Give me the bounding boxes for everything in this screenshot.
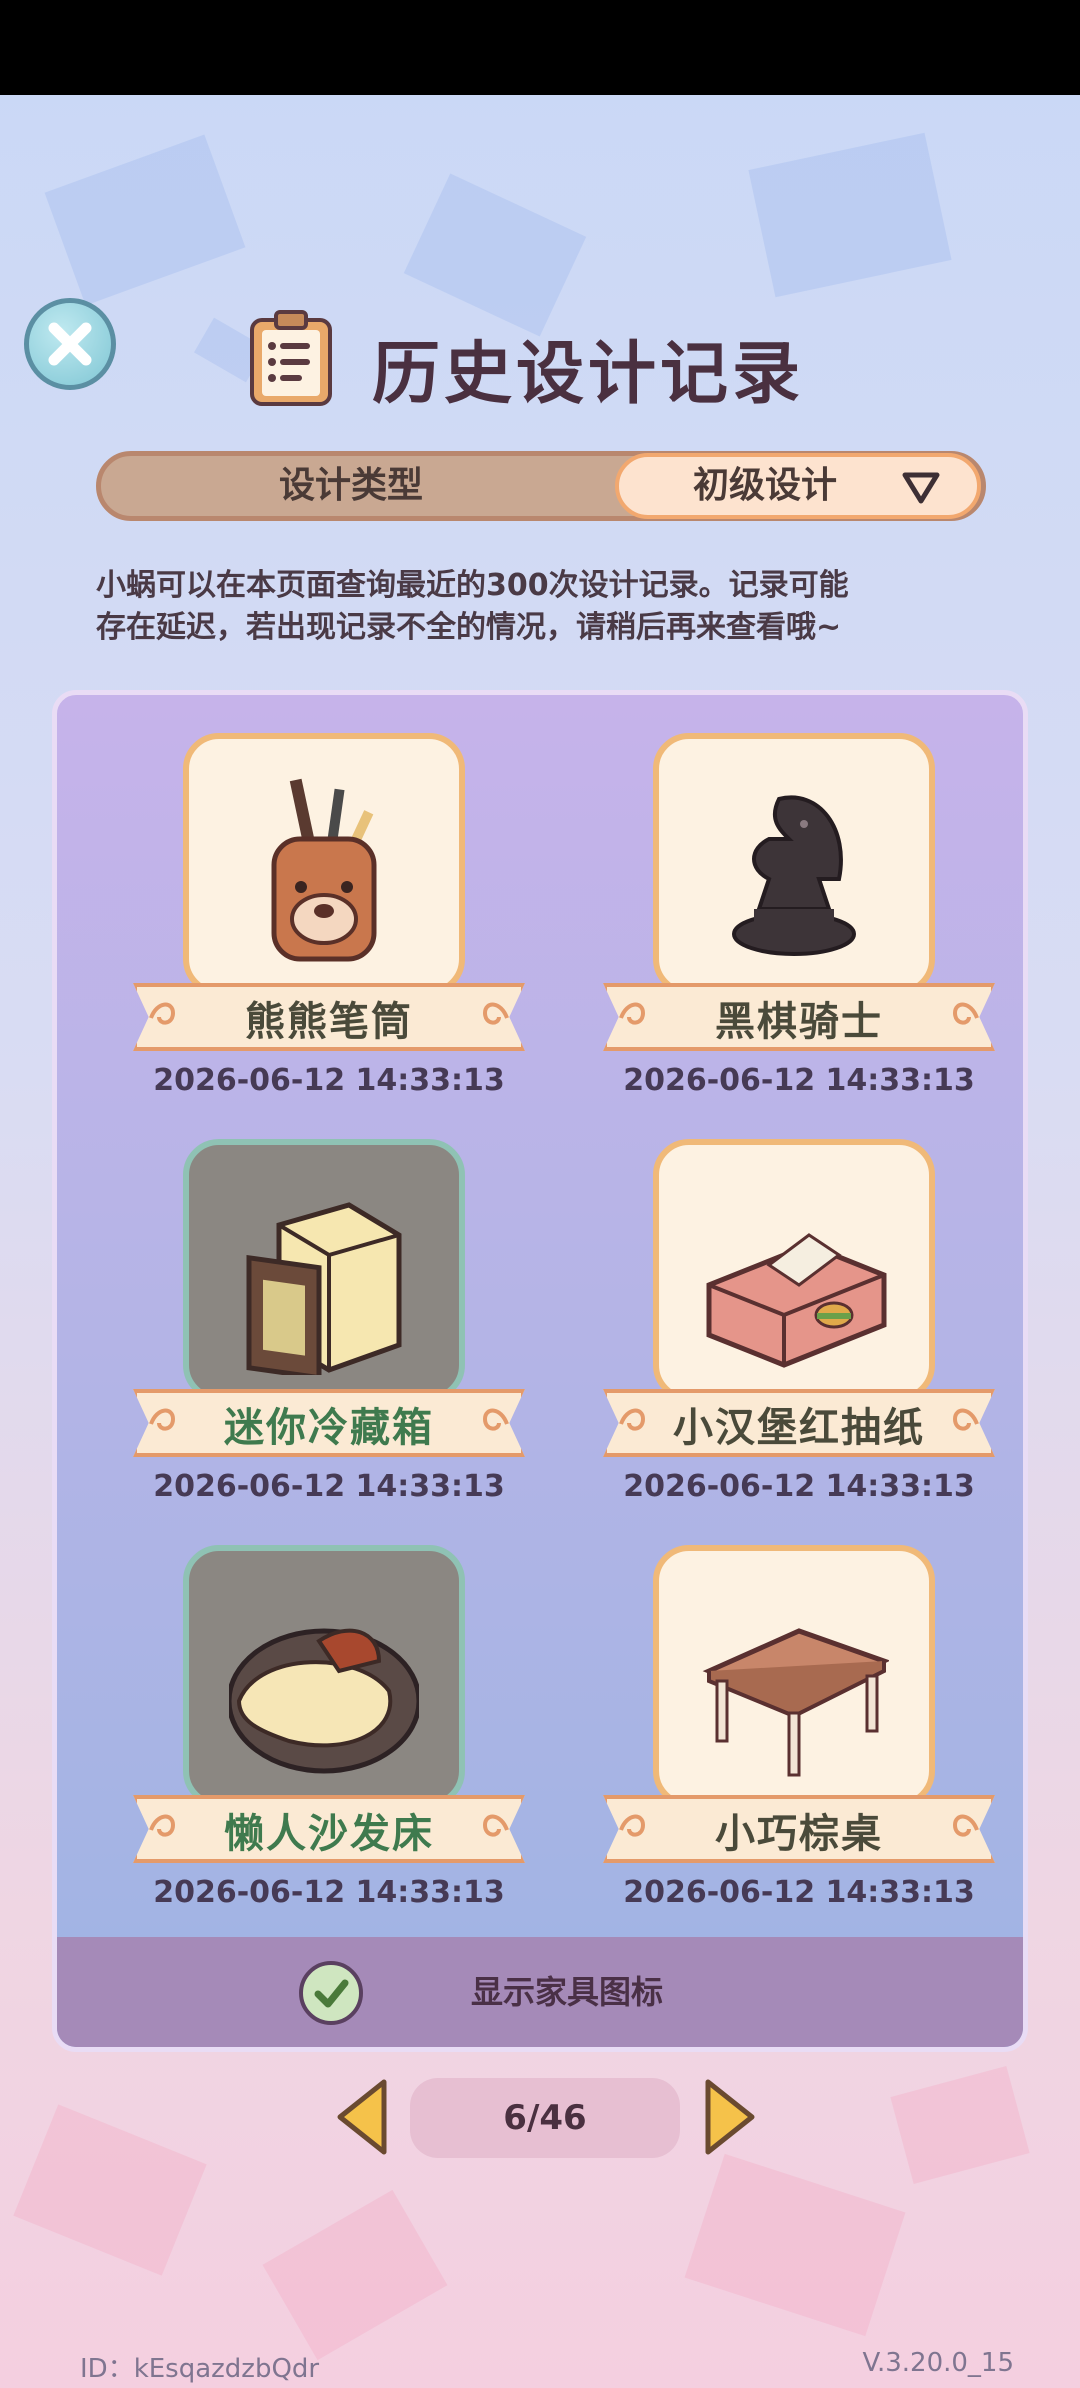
item-name: 懒人沙发床	[224, 1811, 434, 1857]
notice-line-1: 小蜗可以在本页面查询最近的300次设计记录。记录可能	[96, 568, 849, 603]
show-icon-toggle-bar: 显示家具图标	[57, 1937, 1023, 2047]
chess-knight-icon	[732, 795, 856, 956]
background-shape	[748, 132, 952, 298]
item-date: 2026-06-12 14:33:13	[623, 1875, 975, 1910]
page-title: 历史设计记录	[372, 335, 805, 414]
background-shape	[684, 2153, 906, 2337]
notice-text: 小蜗可以在本页面查询最近的300次设计记录。记录可能 存在延迟，若出现记录不全的…	[96, 565, 996, 649]
item-name: 小汉堡红抽纸	[673, 1405, 925, 1451]
background-shape	[262, 2189, 448, 2361]
item-name: 熊熊笔筒	[245, 999, 413, 1045]
background-shape	[13, 2104, 207, 2276]
item-card	[653, 733, 935, 995]
record-item[interactable]: 小汉堡红抽纸 2026-06-12 14:33:13	[603, 1139, 995, 1504]
design-type-dropdown[interactable]: 初级设计	[615, 453, 981, 519]
record-item[interactable]: 黑棋骑士 2026-06-12 14:33:13	[603, 733, 995, 1098]
item-name: 迷你冷藏箱	[224, 1405, 434, 1451]
checkmark-icon	[314, 1979, 349, 2008]
bear-pencil-holder-icon	[271, 778, 377, 962]
record-item[interactable]: 懒人沙发床 2026-06-12 14:33:13	[133, 1545, 525, 1910]
background-shape	[44, 134, 246, 306]
clipboard-icon	[250, 310, 332, 406]
design-type-label: 设计类型	[278, 465, 423, 506]
item-card	[183, 1139, 465, 1401]
item-name: 黑棋骑士	[715, 999, 883, 1045]
item-card	[653, 1545, 935, 1807]
design-type-bar: 设计类型 初级设计	[96, 451, 986, 521]
show-icon-label: 显示家具图标	[471, 1973, 664, 2011]
mini-fridge-icon	[246, 1202, 402, 1375]
records-panel: 熊熊笔筒 2026-06-12 14:33:13 黑棋骑士 2026-06-12…	[52, 690, 1028, 2052]
user-id-text: ID：kEsqazdzbQdr	[80, 2354, 320, 2384]
item-card	[183, 733, 465, 995]
item-card	[653, 1139, 935, 1401]
record-item[interactable]: 迷你冷藏箱 2026-06-12 14:33:13	[133, 1139, 525, 1504]
record-item[interactable]: 小巧棕桌 2026-06-12 14:33:13	[603, 1545, 995, 1910]
item-date: 2026-06-12 14:33:13	[623, 1063, 975, 1098]
record-item[interactable]: 熊熊笔筒 2026-06-12 14:33:13	[133, 733, 525, 1098]
page-indicator: 6/46	[410, 2078, 680, 2158]
design-type-selected: 初级设计	[693, 465, 838, 506]
notice-line-2: 存在延迟，若出现记录不全的情况，请稍后再来查看哦~	[96, 610, 842, 645]
item-date: 2026-06-12 14:33:13	[153, 1469, 505, 1504]
close-icon	[48, 322, 92, 366]
background-shape	[403, 173, 587, 337]
next-page-button[interactable]	[702, 2076, 760, 2158]
version-text: V.3.20.0_15	[862, 2348, 1014, 2378]
item-date: 2026-06-12 14:33:13	[623, 1469, 975, 1504]
tissue-box-icon	[706, 1233, 887, 1368]
status-bar	[0, 0, 1080, 95]
item-card	[183, 1545, 465, 1807]
item-date: 2026-06-12 14:33:13	[153, 1875, 505, 1910]
item-name: 小巧棕桌	[715, 1811, 883, 1857]
show-icon-checkbox[interactable]	[299, 1961, 363, 2025]
background-shape	[890, 2066, 1030, 2184]
brown-table-icon	[702, 1628, 889, 1777]
close-button[interactable]	[24, 298, 116, 390]
prev-page-button[interactable]	[332, 2076, 390, 2158]
bean-bag-sofa-icon	[229, 1628, 419, 1774]
triangle-down-icon	[902, 472, 940, 504]
item-date: 2026-06-12 14:33:13	[153, 1063, 505, 1098]
